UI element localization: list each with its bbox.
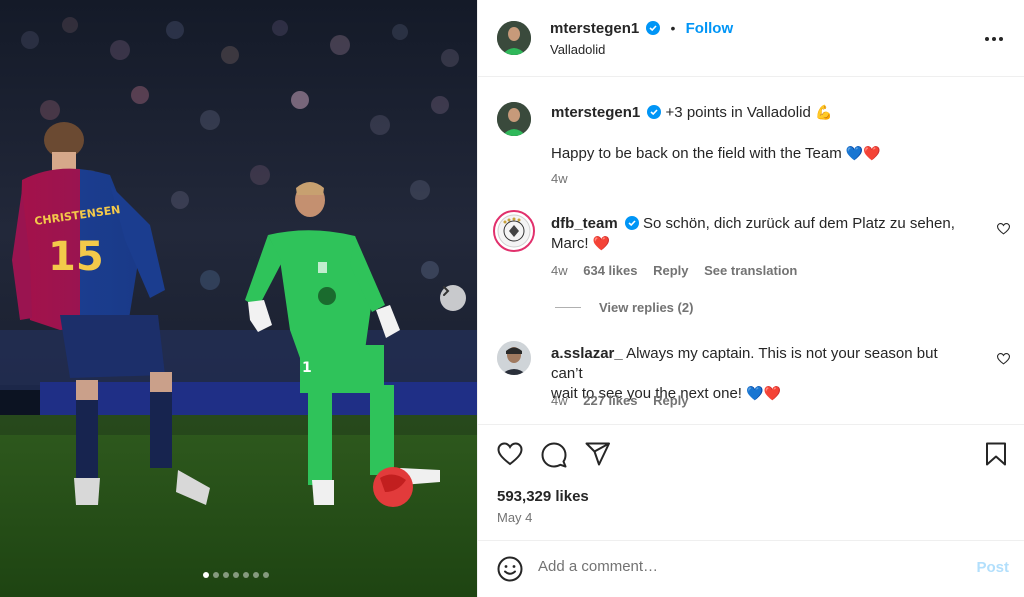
caption-text: +3 points in Valladolid [665,104,811,121]
view-replies-button[interactable]: View replies (2) [555,300,693,315]
heart-icon [497,442,523,466]
post-image: CHRISTENSEN 15 1 [0,0,477,597]
comment-like-button[interactable] [996,222,1011,240]
carousel-next-button[interactable] [440,285,466,311]
view-replies-label: View replies (2) [599,300,694,315]
comment-text: So schön, dich zurück auf dem Platz zu s… [643,215,955,232]
author-line: mterstegen1 • Follow [550,20,733,37]
comment-icon [541,442,567,468]
author-username[interactable]: mterstegen1 [550,20,639,37]
share-button[interactable] [585,442,611,471]
verified-icon [647,105,662,119]
comment-button[interactable] [541,442,567,473]
jersey-number: 15 [48,234,104,280]
carousel-dot[interactable] [253,572,259,578]
carousel-dot[interactable] [213,572,219,578]
replies-divider [555,307,581,308]
share-icon [585,442,610,466]
carousel-dot[interactable] [223,572,229,578]
comment-text-cont: Marc! [551,235,589,252]
comment-emoji: 💙❤️ [746,386,782,402]
comment-likes[interactable]: 227 likes [583,393,637,408]
comment-item: dfb_team So schön, dich zurück auf dem P… [551,214,971,254]
more-options-button[interactable] [985,28,1003,46]
verified-icon [624,216,639,230]
carousel-dot[interactable] [203,572,209,578]
post-header: mterstegen1 • Follow Valladolid [478,0,1024,77]
caption-emoji: 💪 [814,105,833,121]
save-button[interactable] [985,442,1007,471]
comment-emoji: ❤️ [592,236,611,252]
likes-count[interactable]: 593,329 likes [497,488,589,505]
keeper-number: 1 [302,360,312,376]
dot-separator: • [670,20,676,36]
see-translation-button[interactable]: See translation [704,263,797,278]
verified-icon [646,21,661,35]
comment-meta: 4w 634 likes Reply See translation [551,263,809,278]
follow-button[interactable]: Follow [686,20,734,37]
comment-avatar[interactable] [493,210,535,252]
emoji-icon [497,556,523,582]
like-button[interactable] [497,442,523,471]
caption-line: mterstegen1 +3 points in Valladolid 💪 [551,104,832,121]
comment-age[interactable]: 4w [551,263,568,278]
comment-username[interactable]: dfb_team [551,215,618,232]
heart-icon [996,223,1011,235]
author-avatar[interactable] [497,21,531,55]
caption-username[interactable]: mterstegen1 [551,104,640,121]
emoji-button[interactable] [497,556,523,587]
carousel-dots [203,572,269,578]
comment-like-button[interactable] [996,352,1011,370]
dfb-logo-icon [497,214,531,248]
comment-username[interactable]: a.sslazar_ [551,345,623,362]
caption-age[interactable]: 4w [551,171,568,186]
carousel-dot[interactable] [263,572,269,578]
post-location[interactable]: Valladolid [550,42,605,57]
post-actions: 593,329 likes May 4 [478,424,1024,546]
comment-meta: 4w 227 likes Reply [551,393,701,408]
post-comment-button[interactable]: Post [976,559,1009,576]
chevron-right-icon [443,286,450,296]
caption-line2: Happy to be back on the field with the T… [551,145,842,162]
bookmark-icon [986,442,1006,466]
comment-input[interactable] [538,558,958,575]
comment-avatar[interactable] [497,341,531,375]
more-horizontal-icon [985,37,1003,41]
heart-icon [996,353,1011,365]
caption-avatar[interactable] [497,102,531,136]
post-photo[interactable]: CHRISTENSEN 15 1 [0,0,477,597]
caption-meta: 4w [551,171,580,186]
carousel-dot[interactable] [233,572,239,578]
post-details-panel: mterstegen1 • Follow Valladolid mtersteg… [477,0,1024,597]
post-date[interactable]: May 4 [497,510,532,525]
comment-composer: Post [478,540,1024,597]
carousel-dot[interactable] [243,572,249,578]
reply-button[interactable]: Reply [653,263,688,278]
caption-hearts: 💙❤️ [845,146,881,162]
comment-age[interactable]: 4w [551,393,568,408]
comment-likes[interactable]: 634 likes [583,263,637,278]
reply-button[interactable]: Reply [653,393,688,408]
caption-body: Happy to be back on the field with the T… [551,145,881,162]
